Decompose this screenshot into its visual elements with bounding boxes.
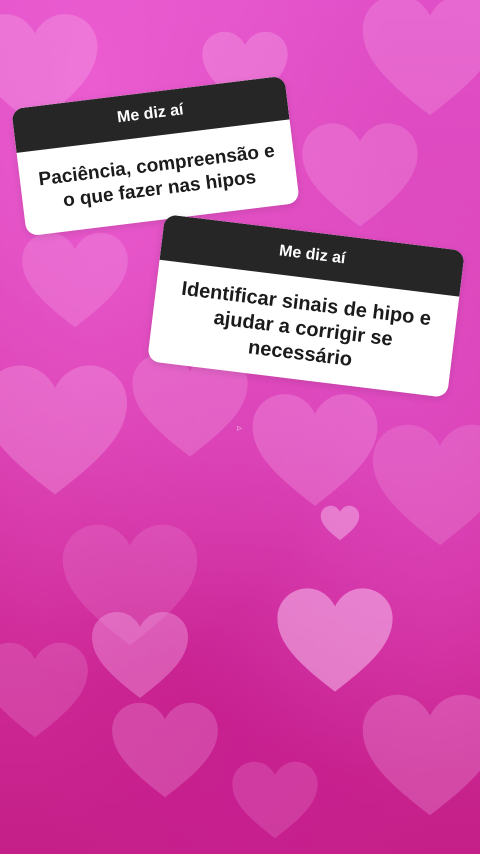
heart-icon: [90, 610, 190, 700]
heart-icon: [300, 120, 420, 230]
heart-icon: [360, 0, 480, 120]
heart-icon: [320, 505, 360, 541]
heart-icon: [250, 390, 380, 510]
heart-icon: [275, 585, 395, 695]
heart-icon: [360, 690, 480, 820]
pointer-arrow-icon: ▹: [237, 423, 243, 434]
heart-icon: [0, 640, 90, 740]
heart-icon: [110, 700, 220, 800]
heart-icon: [230, 760, 320, 840]
heart-icon: [370, 420, 480, 550]
heart-icon: [0, 360, 130, 500]
heart-icon: [20, 230, 130, 330]
